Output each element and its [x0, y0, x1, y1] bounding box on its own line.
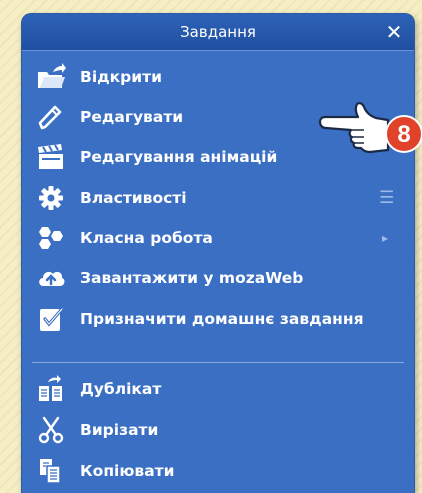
step-number-badge: 8 — [385, 115, 422, 153]
pencil-icon — [38, 105, 62, 130]
gear-icon — [39, 186, 63, 210]
menu-item-label: Призначити домашнє завдання — [80, 310, 364, 328]
copy-icon — [40, 459, 61, 484]
close-icon[interactable]: ✕ — [382, 20, 406, 44]
menu-item-classwork[interactable]: Класна робота ▸ — [22, 218, 414, 258]
assign-homework-icon — [40, 307, 64, 331]
menu-item-label: Дублікат — [80, 380, 162, 398]
menu-title-bar: Завдання ✕ — [22, 14, 414, 51]
cloud-upload-icon — [39, 271, 65, 286]
menu-item-label: Класна робота — [80, 229, 213, 247]
open-folder-icon — [38, 63, 66, 88]
menu-item-label: Копіювати — [80, 462, 175, 480]
list-icon: ☰ — [379, 188, 395, 208]
pointing-hand-icon — [318, 102, 390, 154]
menu-item-label: Завантажити у mozaWeb — [80, 269, 304, 287]
menu-item-duplicate[interactable]: Дублікат — [22, 369, 414, 409]
task-context-menu: Завдання ✕ Відкрити Редагувати Редагуван… — [22, 14, 414, 493]
hexagons-icon — [39, 227, 63, 249]
menu-item-label: Редагування анімацій — [80, 148, 278, 166]
menu-item-assign-homework[interactable]: Призначити домашнє завдання — [22, 299, 414, 339]
step-number: 8 — [397, 121, 410, 148]
menu-item-properties[interactable]: Властивості ☰ — [22, 178, 414, 218]
scissors-icon — [38, 416, 64, 444]
menu-divider — [32, 362, 404, 363]
menu-item-label: Вирізати — [80, 421, 159, 439]
submenu-arrow-icon: ▸ — [382, 231, 389, 245]
clapperboard-icon — [38, 144, 63, 169]
menu-item-label: Редагувати — [80, 108, 184, 126]
menu-item-upload-mozaweb[interactable]: Завантажити у mozaWeb — [22, 258, 414, 298]
menu-item-copy[interactable]: Копіювати — [22, 451, 414, 491]
menu-item-label: Властивості — [80, 189, 187, 207]
menu-item-label: Відкрити — [80, 68, 162, 86]
menu-title: Завдання — [180, 23, 256, 41]
menu-item-cut[interactable]: Вирізати — [22, 410, 414, 450]
pointing-hand-callout: 8 — [318, 102, 422, 154]
menu-item-open[interactable]: Відкрити — [22, 57, 414, 97]
duplicate-icon — [39, 375, 62, 401]
